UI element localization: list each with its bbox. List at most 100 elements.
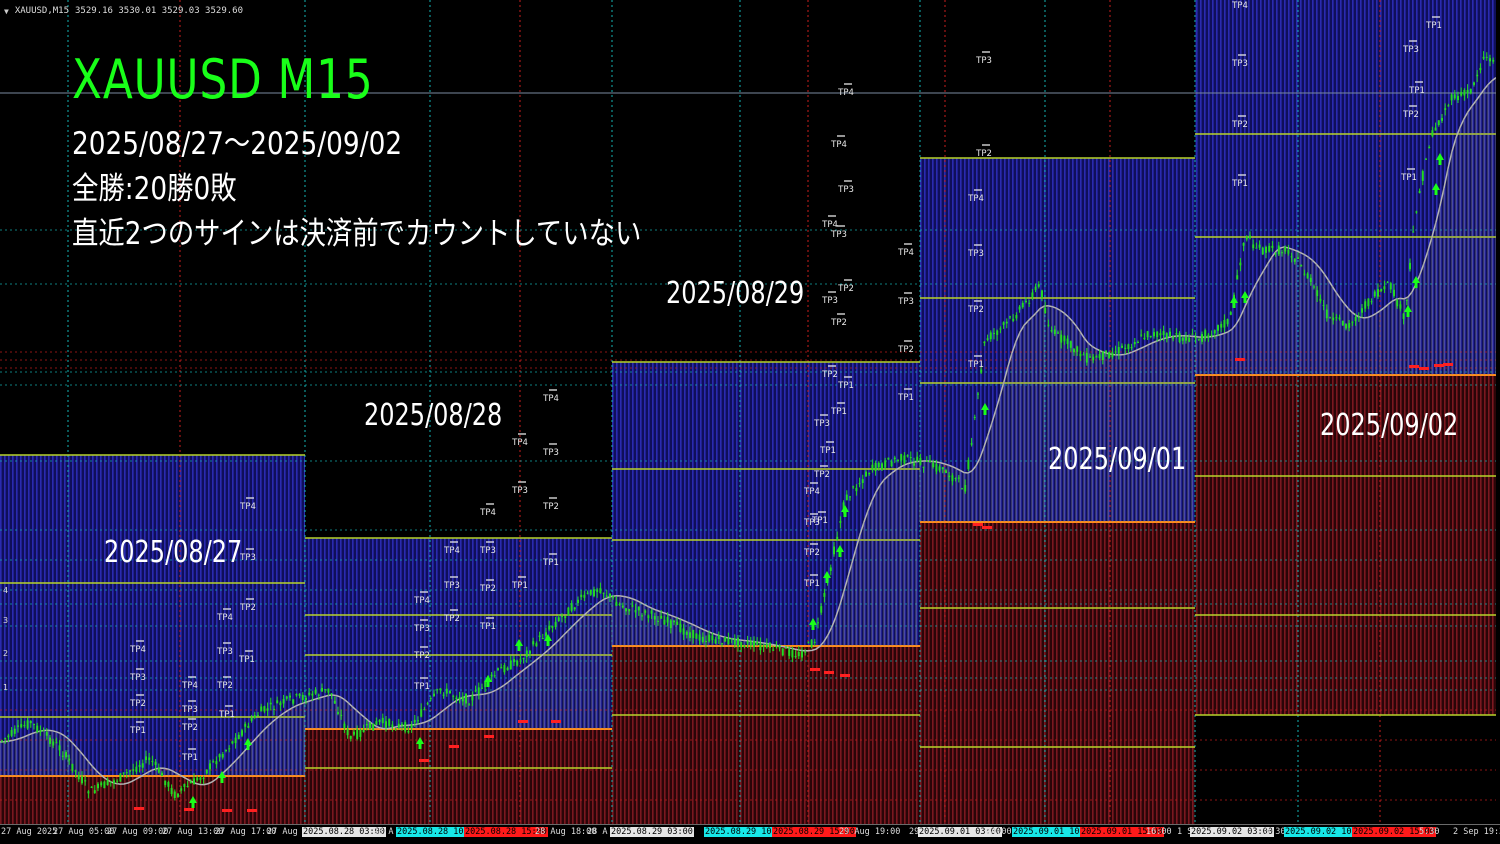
- candle-body: [785, 647, 787, 649]
- candle-body: [436, 689, 439, 691]
- candle-body: [119, 773, 122, 782]
- candle-body: [1210, 334, 1213, 336]
- day-label-0902: 2025/09/02: [1320, 408, 1459, 443]
- candle-body: [749, 641, 752, 646]
- candle-body: [810, 639, 813, 648]
- candle-body: [1428, 146, 1431, 148]
- tp-label: TP1: [1400, 173, 1417, 183]
- candle-body: [513, 659, 515, 663]
- tp-label: TP1: [542, 558, 559, 568]
- candle-body: [1271, 245, 1274, 248]
- candle-body: [509, 660, 512, 670]
- tp-label: TP3: [479, 546, 496, 556]
- candle-body: [1143, 337, 1146, 340]
- candle-body: [423, 709, 426, 711]
- candle-body: [970, 443, 973, 445]
- candle-body: [103, 781, 106, 789]
- candle-body: [1057, 332, 1059, 334]
- candle-body: [337, 712, 339, 714]
- candle-body: [618, 603, 621, 606]
- collapse-triangle-icon[interactable]: ▼: [4, 7, 9, 16]
- candle-body: [1383, 286, 1386, 290]
- candle-body: [858, 483, 861, 485]
- candle-body: [1124, 347, 1127, 350]
- candle-body: [212, 761, 215, 763]
- candle-body: [298, 693, 301, 696]
- candle-body: [116, 780, 119, 782]
- candle-body: [1261, 247, 1264, 255]
- candle-body: [1463, 89, 1466, 96]
- candle-body: [1453, 94, 1456, 99]
- candle-body: [897, 459, 899, 461]
- time-axis-tick: 2025.09.02 03:00: [1190, 827, 1274, 837]
- tp-label: TP2: [413, 651, 430, 661]
- tp-label: TP2: [443, 614, 460, 624]
- candle-body: [471, 695, 474, 701]
- candle-body: [701, 636, 704, 643]
- candle-body: [167, 782, 170, 787]
- candle-body: [692, 629, 695, 639]
- candle-body: [426, 703, 429, 705]
- tp-label: TP1: [1231, 179, 1248, 189]
- candle-body: [1105, 350, 1107, 353]
- sell-zone: [612, 646, 920, 824]
- tp-label: TP3: [511, 486, 528, 496]
- stop-marker: [184, 808, 194, 811]
- candle-body: [1274, 253, 1277, 255]
- candle-body: [1306, 273, 1309, 279]
- candle-body: [1412, 231, 1415, 233]
- candle-body: [333, 700, 336, 704]
- candle-body: [1226, 319, 1229, 325]
- candle-body: [189, 781, 192, 784]
- buy-zone: [612, 362, 920, 646]
- candle-body: [349, 736, 352, 739]
- tp-label: TP3: [821, 296, 838, 306]
- candle-body: [1053, 329, 1056, 335]
- candle-body: [669, 620, 672, 629]
- candle-body: [724, 637, 727, 642]
- candle-body: [129, 770, 131, 772]
- candle-body: [215, 761, 218, 765]
- tp-label: TP1: [897, 393, 914, 403]
- candle-body: [1050, 329, 1053, 332]
- candle-body: [61, 755, 64, 757]
- candle-body: [1060, 334, 1063, 343]
- tp-label: TP2: [129, 699, 146, 709]
- candle-body: [193, 778, 195, 785]
- candle-body: [1076, 346, 1079, 352]
- candle-body: [1389, 283, 1392, 290]
- candle-body: [820, 606, 823, 613]
- tp-label: TP3: [181, 705, 198, 715]
- tp-label: TP2: [181, 723, 198, 733]
- candle-body: [852, 486, 855, 488]
- candle-body: [519, 658, 522, 660]
- candle-body: [39, 730, 42, 733]
- tp-label: TP2: [479, 584, 496, 594]
- candle-body: [71, 763, 74, 771]
- candle-body: [1063, 336, 1066, 342]
- candle-body: [561, 615, 563, 617]
- candle-body: [1242, 243, 1245, 246]
- candle-body: [935, 464, 938, 472]
- candle-body: [1169, 331, 1171, 337]
- candle-body: [52, 741, 55, 746]
- candle-body: [407, 730, 410, 733]
- candle-body: [458, 697, 461, 700]
- candle-body: [244, 723, 247, 727]
- candle-body: [308, 692, 311, 695]
- candle-body: [404, 722, 407, 732]
- candle-body: [135, 766, 138, 772]
- candle-body: [1434, 127, 1437, 131]
- candle-body: [237, 734, 240, 739]
- candle-body: [461, 696, 464, 702]
- candle-body: [1450, 94, 1453, 101]
- candle-body: [1162, 331, 1165, 336]
- tp-label: TP2: [830, 318, 847, 328]
- candle-body: [1482, 56, 1485, 59]
- time-axis-tick: 28 A: [373, 827, 394, 837]
- candle-body: [295, 694, 298, 696]
- candle-body: [269, 702, 272, 705]
- tp-label: TP3: [837, 185, 854, 195]
- candle-body: [532, 641, 535, 645]
- candle-body: [225, 749, 227, 751]
